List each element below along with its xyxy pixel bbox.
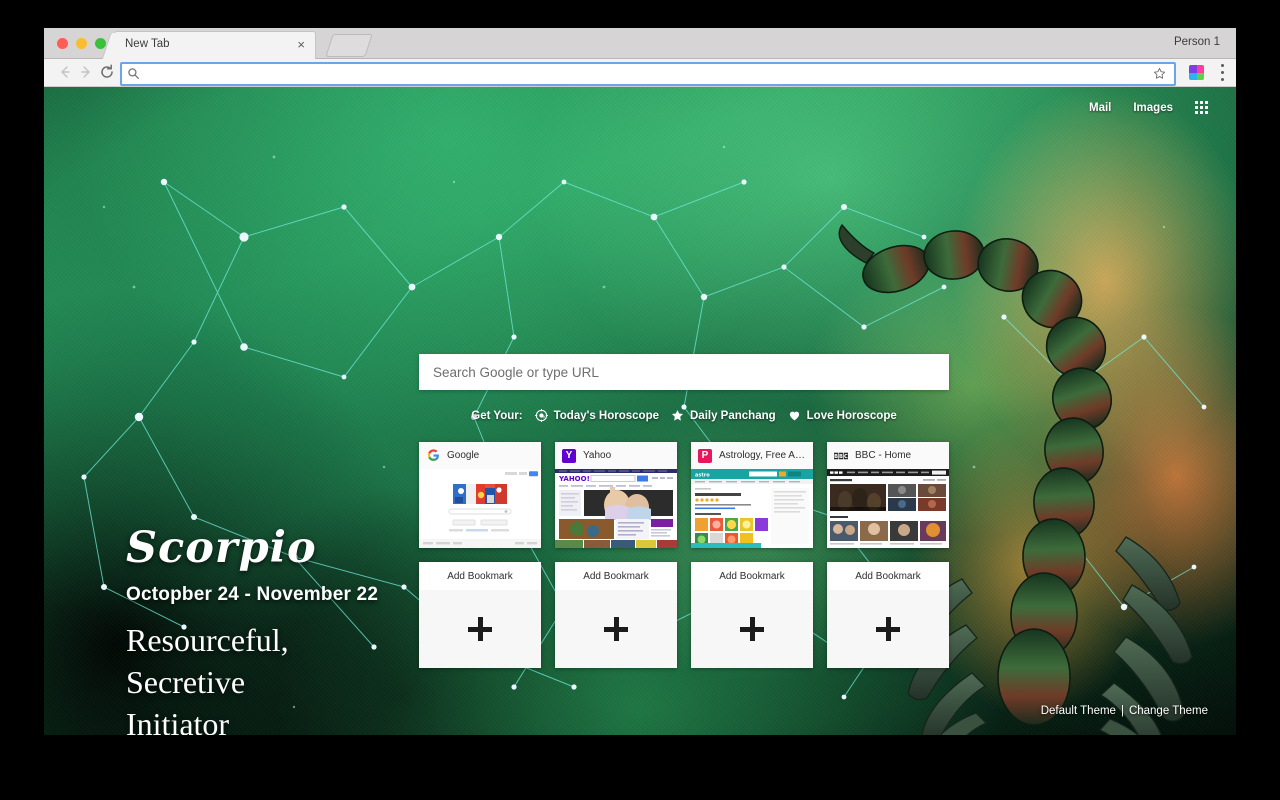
target-gear-icon	[534, 408, 548, 423]
svg-text:astro: astro	[695, 473, 710, 479]
plus-icon	[876, 617, 900, 641]
search-input[interactable]	[419, 354, 949, 390]
zodiac-sign-dates: Octopber 24 - November 22	[126, 584, 379, 605]
tile-title: Google	[447, 450, 480, 461]
trait-line-3: Initiator	[126, 706, 230, 735]
google-g-icon	[426, 449, 440, 463]
svg-text:B: B	[839, 453, 843, 459]
yahoo-y-icon: Y	[562, 448, 576, 463]
default-theme-link[interactable]: Default Theme	[1041, 705, 1116, 717]
get-your-row: Get Your: Today's Horoscope Daily Pancha…	[419, 408, 949, 423]
screenshot-root: New Tab × Person 1 Mail Images Search Go…	[0, 0, 1280, 800]
nav-link-images[interactable]: Images	[1133, 102, 1173, 114]
browser-window: New Tab × Person 1 Mail Images Search Go…	[44, 28, 1236, 735]
browser-toolbar	[44, 59, 1236, 87]
tile-header: Google	[419, 442, 541, 469]
theme-links: Default Theme | Change Theme	[1041, 705, 1208, 717]
window-controls	[57, 38, 106, 49]
link-label: Today's Horoscope	[553, 409, 659, 422]
bookmark-tiles: Google Y Yahoo YAHOO! P Astrology, Free …	[419, 442, 949, 668]
tile-header: B B C BBC - Home	[827, 442, 949, 469]
search-box[interactable]	[419, 354, 949, 390]
zodiac-sign-block: Scorpio Octopber 24 - November 22 Resour…	[126, 523, 456, 736]
add-bookmark-body[interactable]	[691, 590, 813, 668]
add-bookmark-label: Add Bookmark	[827, 562, 949, 590]
tile-thumbnail: YAHOO!	[555, 469, 677, 548]
forward-icon[interactable]	[77, 63, 95, 81]
nav-link-mail[interactable]: Mail	[1089, 102, 1111, 114]
profile-label[interactable]: Person 1	[1174, 36, 1220, 48]
plus-icon	[468, 617, 492, 641]
svg-text:YAHOO!: YAHOO!	[558, 475, 590, 483]
add-bookmark-body[interactable]	[827, 590, 949, 668]
tile-thumbnail: astro	[691, 469, 813, 548]
tile-bbc[interactable]: B B C BBC - Home	[827, 442, 949, 548]
add-bookmark-body[interactable]	[555, 590, 677, 668]
tile-title: Yahoo	[583, 450, 612, 461]
link-daily-panchang[interactable]: Daily Panchang	[671, 409, 776, 422]
tab-new-tab[interactable]: New Tab ×	[114, 31, 316, 59]
chrome-menu-icon[interactable]	[1220, 64, 1224, 81]
bbc-icon: B B C	[834, 449, 848, 463]
star-icon	[671, 409, 684, 422]
tile-header: Y Yahoo	[555, 442, 677, 469]
svg-text:C: C	[844, 453, 848, 459]
add-bookmark-tile-4[interactable]: Add Bookmark	[827, 562, 949, 668]
tab-title: New Tab	[125, 38, 170, 50]
address-input[interactable]	[146, 65, 1144, 83]
add-bookmark-label: Add Bookmark	[555, 562, 677, 590]
bookmark-star-icon[interactable]	[1153, 67, 1166, 80]
add-bookmark-tile-2[interactable]: Add Bookmark	[555, 562, 677, 668]
address-bar[interactable]	[120, 62, 1176, 86]
get-your-label: Get Your:	[471, 409, 523, 422]
tile-header: P Astrology, Free Astr...	[691, 442, 813, 469]
link-label: Daily Panchang	[690, 409, 776, 422]
trait-line-2: Secretive	[126, 664, 246, 701]
theme-separator: |	[1120, 705, 1124, 717]
extension-icon[interactable]	[1189, 65, 1204, 80]
link-todays-horoscope[interactable]: Today's Horoscope	[534, 408, 659, 423]
plus-icon	[604, 617, 628, 641]
top-nav: Mail Images	[1089, 101, 1208, 114]
tile-title: Astrology, Free Astr...	[719, 450, 806, 461]
minimize-window-button[interactable]	[76, 38, 87, 49]
tile-yahoo[interactable]: Y Yahoo YAHOO!	[555, 442, 677, 548]
link-love-horoscope[interactable]: Love Horoscope	[788, 409, 897, 422]
new-tab-page: Mail Images Get Your: Today's Horoscope	[44, 87, 1236, 735]
tile-title: BBC - Home	[855, 450, 912, 461]
heart-icon	[788, 409, 801, 422]
close-window-button[interactable]	[57, 38, 68, 49]
tile-astrology[interactable]: P Astrology, Free Astr... astro	[691, 442, 813, 548]
tile-thumbnail	[827, 469, 949, 548]
tab-strip: New Tab × Person 1	[44, 28, 1236, 59]
trait-line-1: Resourceful,	[126, 622, 289, 658]
add-bookmark-label: Add Bookmark	[691, 562, 813, 590]
plus-icon	[740, 617, 764, 641]
maximize-window-button[interactable]	[95, 38, 106, 49]
new-tab-button[interactable]	[325, 34, 373, 57]
apps-grid-icon[interactable]	[1195, 101, 1208, 114]
reload-icon[interactable]	[98, 63, 116, 81]
astrology-p-icon: P	[698, 448, 712, 463]
close-tab-icon[interactable]: ×	[297, 37, 305, 52]
change-theme-link[interactable]: Change Theme	[1129, 705, 1208, 717]
back-icon[interactable]	[56, 63, 74, 81]
svg-text:B: B	[834, 453, 838, 459]
zodiac-sign-traits: Resourceful, Secretive Initiator	[126, 619, 456, 735]
add-bookmark-tile-3[interactable]: Add Bookmark	[691, 562, 813, 668]
zodiac-sign-name: Scorpio	[126, 523, 317, 573]
search-icon	[127, 67, 140, 80]
link-label: Love Horoscope	[806, 409, 897, 422]
